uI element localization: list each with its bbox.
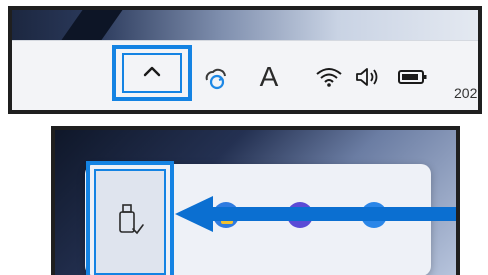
battery-icon[interactable] — [396, 55, 430, 99]
weather-sync-icon[interactable] — [200, 55, 230, 99]
ime-letter: A — [259, 61, 279, 92]
desktop-wallpaper — [12, 10, 478, 40]
chevron-up-icon — [142, 64, 162, 82]
show-hidden-icons-button[interactable] — [112, 45, 192, 101]
usb-safely-remove-icon — [115, 203, 145, 242]
usb-safely-remove-button[interactable] — [94, 169, 166, 275]
wifi-icon[interactable] — [314, 55, 344, 99]
speaker-icon[interactable] — [352, 55, 382, 99]
pointer-arrow — [175, 196, 456, 232]
taskbar: A 202 — [12, 40, 478, 110]
usb-icon-highlight — [86, 161, 174, 275]
input-method-indicator[interactable]: A — [256, 55, 282, 99]
show-hidden-icons-inner — [122, 53, 182, 93]
taskbar-crop: A 202 — [8, 6, 482, 114]
clock-partial[interactable]: 202 — [454, 85, 477, 101]
flyout-crop — [51, 126, 460, 275]
